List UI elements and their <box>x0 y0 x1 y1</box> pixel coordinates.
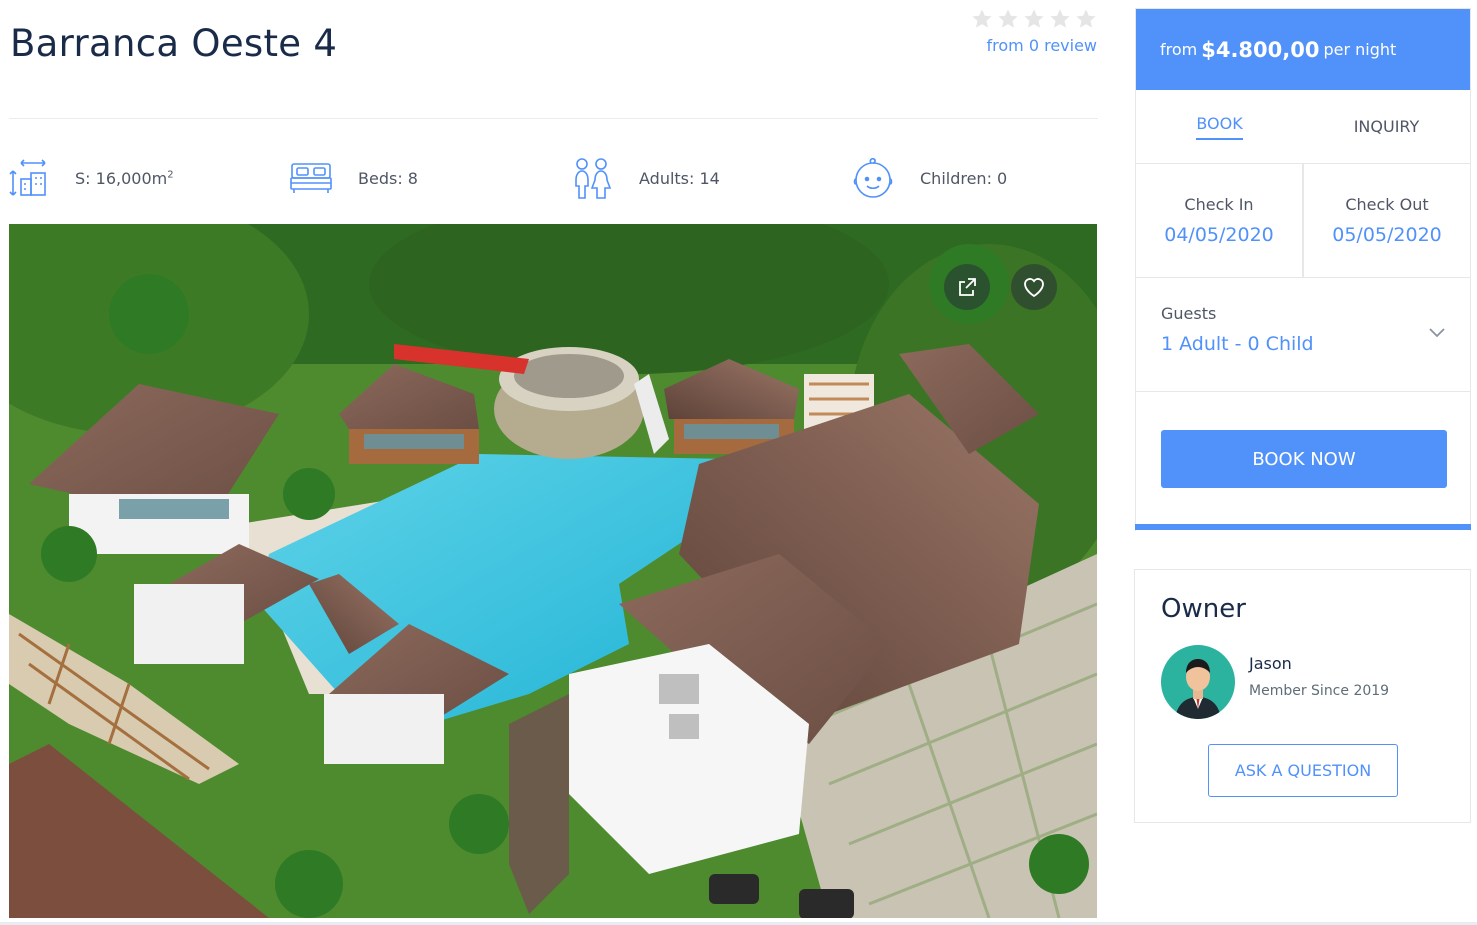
fact-area: S: 16,000m2 <box>9 150 174 206</box>
avatar <box>1161 645 1235 719</box>
price-bar: from $4.800,00 per night <box>1136 9 1470 90</box>
review-count-link[interactable]: from 0 review <box>971 36 1098 55</box>
star-icon <box>998 9 1018 28</box>
booking-card-accent <box>1135 524 1471 530</box>
date-selector: Check In 04/05/2020 Check Out 05/05/2020 <box>1136 164 1470 278</box>
bed-icon <box>290 163 332 193</box>
child-face-icon <box>853 157 893 198</box>
area-icon <box>9 159 46 196</box>
aerial-villa-image <box>9 224 1097 918</box>
tab-inquiry[interactable]: INQUIRY <box>1303 90 1470 163</box>
share-button[interactable] <box>944 264 990 310</box>
check-in-field[interactable]: Check In 04/05/2020 <box>1136 164 1302 277</box>
star-icon <box>1024 9 1044 28</box>
fact-adults: Adults: 14 <box>571 150 720 206</box>
property-facts: S: 16,000m2 Beds: 8 Adults: 14 Children:… <box>9 150 1098 206</box>
guests-value: 1 Adult - 0 Child <box>1161 333 1314 355</box>
owner-card: Owner Jason Member Since 2019 ASK A QUES… <box>1134 569 1471 823</box>
owner-heading: Owner <box>1161 594 1246 624</box>
check-out-field[interactable]: Check Out 05/05/2020 <box>1302 164 1470 277</box>
price-suffix: per night <box>1323 40 1397 59</box>
fact-adults-label: Adults: 14 <box>639 168 720 188</box>
listing-title: Barranca Oeste 4 <box>10 22 338 65</box>
price-prefix: from <box>1160 40 1198 59</box>
favorite-button[interactable] <box>1011 264 1057 310</box>
fact-beds-label: Beds: 8 <box>358 168 418 188</box>
price-amount: $4.800,00 <box>1201 37 1320 62</box>
star-icon <box>1076 9 1096 28</box>
heart-icon <box>1024 278 1044 298</box>
owner-avatar-image <box>1161 645 1235 719</box>
ask-question-button[interactable]: ASK A QUESTION <box>1208 744 1398 797</box>
chevron-down-icon <box>1429 328 1445 338</box>
guests-label: Guests <box>1161 304 1217 323</box>
rating: from 0 review <box>971 8 1097 55</box>
share-icon <box>959 278 976 296</box>
fact-beds: Beds: 8 <box>290 150 418 206</box>
star-rating <box>971 8 1097 30</box>
check-out-label: Check Out <box>1345 195 1429 214</box>
check-in-value: 04/05/2020 <box>1164 224 1274 246</box>
star-icon <box>1050 9 1070 28</box>
book-now-button[interactable]: BOOK NOW <box>1161 430 1447 488</box>
booking-tabs: BOOK INQUIRY <box>1136 90 1470 164</box>
check-out-value: 05/05/2020 <box>1332 224 1442 246</box>
property-photo[interactable] <box>9 224 1097 918</box>
adults-icon <box>575 158 612 199</box>
divider <box>9 118 1098 119</box>
fact-area-label: S: 16,000m2 <box>75 168 174 188</box>
check-in-label: Check In <box>1184 195 1254 214</box>
tab-book[interactable]: BOOK <box>1136 90 1303 163</box>
booking-card: from $4.800,00 per night BOOK INQUIRY Ch… <box>1135 8 1471 531</box>
guests-dropdown[interactable]: Guests 1 Adult - 0 Child <box>1136 278 1470 392</box>
owner-member-since: Member Since 2019 <box>1249 683 1390 699</box>
star-icon <box>972 9 992 28</box>
fact-children: Children: 0 <box>852 150 1007 206</box>
owner-name: Jason <box>1249 654 1292 673</box>
fact-children-label: Children: 0 <box>920 168 1008 188</box>
